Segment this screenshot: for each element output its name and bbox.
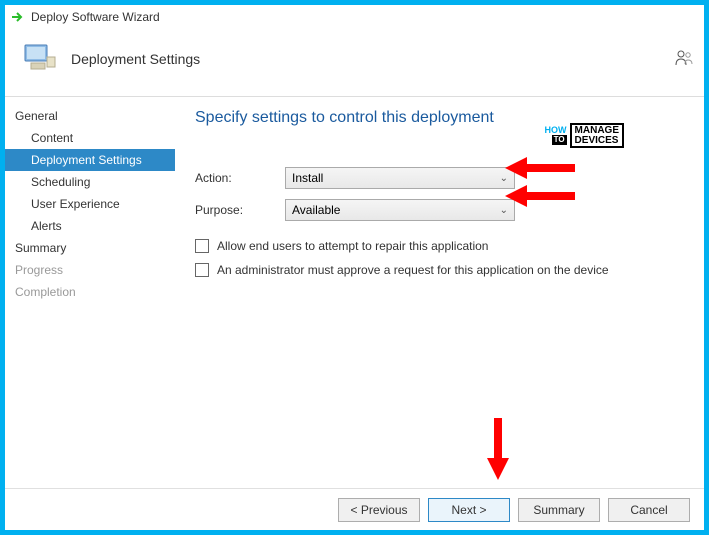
next-button[interactable]: Next > <box>428 498 510 522</box>
action-value: Install <box>292 171 323 185</box>
window-title: Deploy Software Wizard <box>31 10 160 24</box>
main-panel: Specify settings to control this deploym… <box>175 97 704 488</box>
checkbox-repair-label: Allow end users to attempt to repair thi… <box>217 239 488 253</box>
body: General Content Deployment Settings Sche… <box>5 96 704 488</box>
sidebar-group-summary[interactable]: Summary <box>5 237 175 259</box>
header: Deployment Settings <box>5 29 704 96</box>
sidebar-item-deployment-settings[interactable]: Deployment Settings <box>5 149 175 171</box>
checkbox-approve[interactable] <box>195 263 209 277</box>
action-label: Action: <box>195 171 285 185</box>
wizard-window: Deploy Software Wizard Deployment Settin… <box>5 5 704 530</box>
sidebar-group-progress: Progress <box>5 259 175 281</box>
computer-install-icon <box>21 39 59 78</box>
footer: < Previous Next > Summary Cancel <box>5 488 704 530</box>
action-select[interactable]: Install ⌄ <box>285 167 515 189</box>
sidebar-item-content[interactable]: Content <box>5 127 175 149</box>
titlebar: Deploy Software Wizard <box>5 5 704 29</box>
purpose-row: Purpose: Available ⌄ <box>195 199 684 221</box>
checkbox-repair[interactable] <box>195 239 209 253</box>
purpose-label: Purpose: <box>195 203 285 217</box>
previous-button[interactable]: < Previous <box>338 498 420 522</box>
user-group-icon <box>674 49 694 70</box>
purpose-value: Available <box>292 203 340 217</box>
purpose-select[interactable]: Available ⌄ <box>285 199 515 221</box>
sidebar: General Content Deployment Settings Sche… <box>5 97 175 488</box>
sidebar-group-general[interactable]: General <box>5 105 175 127</box>
sidebar-item-user-experience[interactable]: User Experience <box>5 193 175 215</box>
annotation-arrow-purpose <box>505 183 575 209</box>
checkbox-approve-row[interactable]: An administrator must approve a request … <box>195 263 684 277</box>
sidebar-item-alerts[interactable]: Alerts <box>5 215 175 237</box>
watermark-logo: HOW TO MANAGE DEVICES <box>545 123 624 148</box>
header-title: Deployment Settings <box>71 51 200 67</box>
summary-button[interactable]: Summary <box>518 498 600 522</box>
sidebar-group-completion: Completion <box>5 281 175 303</box>
app-arrow-icon <box>11 10 25 24</box>
sidebar-item-scheduling[interactable]: Scheduling <box>5 171 175 193</box>
annotation-arrow-action <box>505 155 575 181</box>
checkbox-approve-label: An administrator must approve a request … <box>217 263 609 277</box>
cancel-button[interactable]: Cancel <box>608 498 690 522</box>
annotation-arrow-next <box>485 418 511 480</box>
action-row: Action: Install ⌄ <box>195 167 684 189</box>
checkbox-repair-row[interactable]: Allow end users to attempt to repair thi… <box>195 239 684 253</box>
